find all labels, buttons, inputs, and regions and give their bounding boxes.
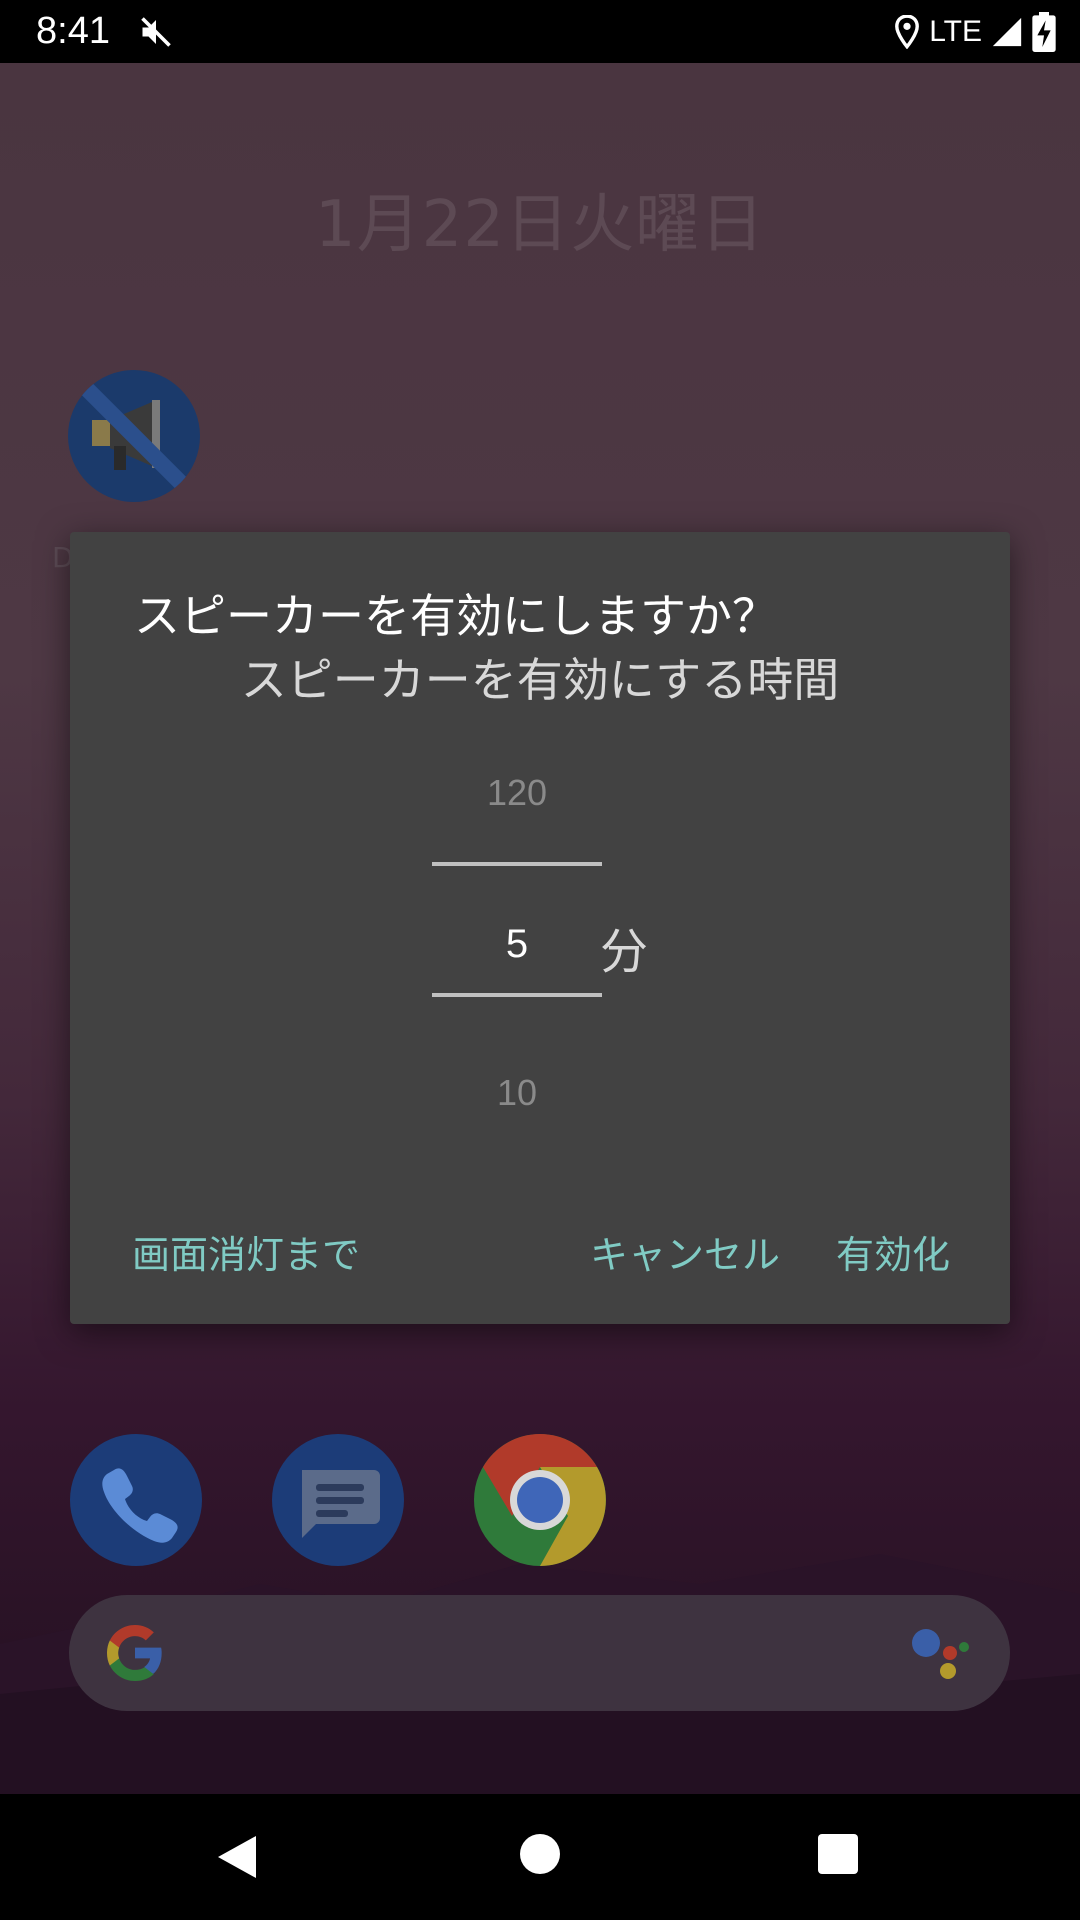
assistant-icon[interactable] bbox=[910, 1627, 970, 1683]
mute-icon bbox=[141, 17, 171, 47]
picker-divider-bottom bbox=[432, 993, 602, 997]
location-icon bbox=[895, 15, 920, 49]
phone-icon bbox=[102, 1468, 178, 1543]
picker-current-value[interactable]: 5 bbox=[432, 922, 602, 967]
google-g-icon bbox=[107, 1625, 162, 1681]
enable-button[interactable]: 有効化 bbox=[836, 1224, 950, 1279]
battery-charging-icon bbox=[1032, 12, 1056, 52]
back-icon[interactable] bbox=[216, 1834, 258, 1880]
dialog-subtitle: スピーカーを有効にする時間 bbox=[240, 653, 840, 707]
chrome-icon bbox=[474, 1434, 606, 1566]
navigation-bar bbox=[0, 1794, 1080, 1920]
cancel-button[interactable]: キャンセル bbox=[590, 1224, 780, 1279]
dialog-title: スピーカーを有効にしますか？ bbox=[134, 589, 778, 643]
speaker-app-icon[interactable] bbox=[68, 370, 200, 502]
recents-icon[interactable] bbox=[818, 1834, 858, 1874]
duration-number-picker[interactable]: 120 5 10 bbox=[432, 742, 602, 1142]
enable-speaker-dialog: スピーカーを有効にしますか？ スピーカーを有効にする時間 120 5 10 分 … bbox=[70, 532, 1010, 1324]
picker-next-value[interactable]: 10 bbox=[432, 1072, 602, 1114]
date-widget[interactable]: 1月22日火曜日 bbox=[0, 173, 1080, 265]
google-search-bar[interactable] bbox=[69, 1595, 1010, 1711]
chrome-app-icon[interactable] bbox=[474, 1434, 606, 1566]
megaphone-muted-icon bbox=[72, 374, 196, 498]
until-screen-off-button[interactable]: 画面消灯まで bbox=[132, 1224, 360, 1279]
network-type-label: LTE bbox=[929, 15, 982, 48]
phone-app-icon[interactable] bbox=[70, 1434, 202, 1566]
picker-unit-label: 分 bbox=[600, 924, 649, 980]
status-time: 8:41 bbox=[36, 10, 110, 52]
messages-app-icon[interactable] bbox=[272, 1434, 404, 1566]
picker-divider-top bbox=[432, 862, 602, 866]
status-icons: LTE bbox=[893, 10, 1056, 54]
signal-icon bbox=[992, 17, 1022, 47]
home-icon[interactable] bbox=[520, 1834, 560, 1874]
messages-icon bbox=[302, 1470, 380, 1538]
picker-previous-value[interactable]: 120 bbox=[432, 772, 602, 814]
status-bar: 8:41 LTE bbox=[0, 0, 1080, 63]
